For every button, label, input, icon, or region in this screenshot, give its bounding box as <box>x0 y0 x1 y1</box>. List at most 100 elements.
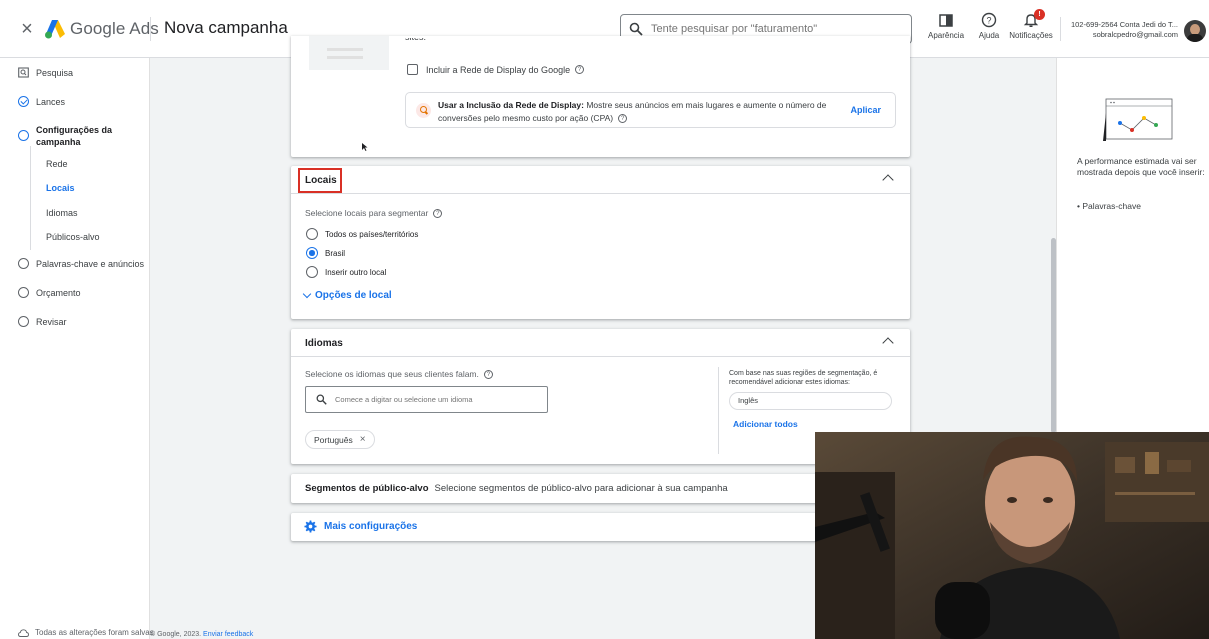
sidebar-item-lances[interactable]: Lances <box>18 96 65 107</box>
include-display-row[interactable]: Incluir a Rede de Display do Google ? <box>407 64 585 75</box>
remove-chip-icon[interactable]: × <box>360 434 366 445</box>
help-icon[interactable]: ? <box>618 114 628 124</box>
more-settings-row[interactable]: Mais configurações <box>304 520 417 533</box>
segmentos-title: Segmentos de público-alvo <box>305 483 429 494</box>
chevron-up-icon[interactable] <box>882 337 894 349</box>
help-button[interactable]: ? Ajuda <box>975 12 1003 40</box>
sidebar-subitem-rede[interactable]: Rede <box>46 159 68 169</box>
avatar[interactable] <box>1184 20 1206 42</box>
account-divider <box>1060 17 1061 41</box>
help-icon[interactable]: ? <box>433 209 443 219</box>
radio-button[interactable] <box>306 228 318 240</box>
idiomas-header[interactable]: Idiomas <box>291 329 910 357</box>
sidebar-item-palavras[interactable]: Palavras-chave e anúncios <box>18 258 144 269</box>
notifications-button[interactable]: ! Notificações <box>1008 9 1054 40</box>
add-all-languages-button[interactable]: Adicionar todos <box>733 419 798 429</box>
lightbulb-search-icon <box>416 103 431 118</box>
recommended-language-chip[interactable]: Inglês <box>729 392 892 410</box>
display-recommendation: Usar a Inclusão da Rede de Display: Most… <box>405 92 896 128</box>
account-id: 102-699-2564 Conta Jedi do T... <box>1070 20 1178 29</box>
more-settings-label: Mais configurações <box>324 521 418 532</box>
vertical-divider <box>718 367 719 454</box>
performance-message: A performance estimada vai ser mostrada … <box>1077 156 1205 177</box>
svg-text:?: ? <box>986 16 991 26</box>
help-icon[interactable]: ? <box>575 65 585 74</box>
language-chip-portugues: Português × <box>305 430 375 449</box>
include-display-label: Incluir a Rede de Display do Google <box>426 64 571 75</box>
idiomas-subtitle-text: Selecione os idiomas que seus clientes f… <box>305 369 479 379</box>
google-ads-logo-icon <box>45 20 65 39</box>
close-icon[interactable]: × <box>17 19 37 39</box>
empty-circle-icon <box>18 316 29 327</box>
sidebar-item-label: Revisar <box>36 316 67 327</box>
title-divider <box>150 17 151 41</box>
locais-header[interactable]: Locais <box>291 166 910 194</box>
chip-label: Português <box>314 434 353 445</box>
locais-card: Locais Selecione locais para segmentar? … <box>291 166 910 319</box>
help-label: Ajuda <box>978 31 1000 40</box>
display-network-card: sites. Incluir a Rede de Display do Goog… <box>291 36 910 157</box>
sidebar-item-revisar[interactable]: Revisar <box>18 316 67 327</box>
recommendation-title: Usar a Inclusão da Rede de Display: <box>438 100 584 110</box>
location-options-label: Opções de local <box>315 290 392 301</box>
progress-circle-icon <box>18 130 29 141</box>
apply-button[interactable]: Aplicar <box>850 105 881 115</box>
check-circle-icon <box>18 96 29 107</box>
search-input[interactable] <box>651 23 891 35</box>
appearance-icon <box>939 14 953 27</box>
sidebar-item-pesquisa[interactable]: Pesquisa <box>18 67 73 78</box>
account-email: sobralcpedro@gmail.com <box>1092 30 1178 39</box>
empty-circle-icon <box>18 287 29 298</box>
locais-subtitle: Selecione locais para segmentar? <box>305 208 443 219</box>
option-label: Inserir outro local <box>325 267 387 277</box>
locais-subtitle-text: Selecione locais para segmentar <box>305 208 429 218</box>
sidebar-item-orcamento[interactable]: Orçamento <box>18 287 81 298</box>
empty-circle-icon <box>18 258 29 269</box>
brand-name: Google Ads <box>70 19 159 38</box>
avatar-body <box>1187 34 1203 42</box>
language-search-box[interactable] <box>305 386 548 413</box>
sidebar: Pesquisa Lances Configurações da campanh… <box>0 58 154 639</box>
appearance-button[interactable]: Aparência <box>928 12 964 40</box>
footer: © Google, 2023. Enviar feedback <box>150 631 253 638</box>
mouse-cursor-icon <box>362 143 368 151</box>
location-option-all[interactable]: Todos os países/territórios <box>306 228 418 240</box>
appearance-label: Aparência <box>928 31 965 40</box>
account-switcher[interactable]: 102-699-2564 Conta Jedi do T... sobralcp… <box>1064 20 1178 40</box>
radio-button-selected[interactable] <box>306 247 318 259</box>
segmentos-row: Segmentos de público-alvo Selecione segme… <box>305 483 728 494</box>
recommendation-text: Usar a Inclusão da Rede de Display: Most… <box>438 99 828 125</box>
webcam-overlay <box>815 432 1209 639</box>
performance-requirement: • Palavras-chave <box>1077 201 1141 211</box>
sidebar-item-label: Pesquisa <box>36 67 74 78</box>
help-icon[interactable]: ? <box>483 370 493 380</box>
sidebar-item-label: Lances <box>36 96 66 107</box>
notification-badge: ! <box>1034 9 1045 20</box>
save-status-text: Todas as alterações foram salvas <box>35 628 154 637</box>
network-thumbnail <box>309 36 389 70</box>
segmentos-desc: Selecione segmentos de público-alvo para… <box>434 483 728 494</box>
radio-button[interactable] <box>306 266 318 278</box>
location-option-other[interactable]: Inserir outro local <box>306 266 386 278</box>
highlight-box <box>298 168 342 193</box>
feedback-link[interactable]: Enviar feedback <box>203 631 253 638</box>
sidebar-subitem-idiomas[interactable]: Idiomas <box>46 208 78 218</box>
location-options-toggle[interactable]: Opções de local <box>302 289 392 301</box>
sidebar-item-config[interactable]: Configurações da campanha <box>18 124 126 148</box>
option-label: Todos os países/territórios <box>325 229 419 239</box>
sidebar-subitem-locais[interactable]: Locais <box>46 183 75 193</box>
language-recommendation-text: Com base nas suas regiões de segmentação… <box>729 370 878 386</box>
include-display-checkbox[interactable] <box>407 64 418 75</box>
option-label: Brasil <box>325 248 346 258</box>
search-icon <box>629 22 643 36</box>
language-search-input[interactable] <box>335 395 535 404</box>
sidebar-subitem-publicos[interactable]: Públicos-alvo <box>46 232 100 242</box>
location-option-brasil[interactable]: Brasil <box>306 247 345 259</box>
subnav-line <box>30 146 31 250</box>
performance-chart-illustration <box>1103 98 1173 141</box>
idiomas-title: Idiomas <box>305 338 343 349</box>
page-title: Nova campanha <box>164 18 288 37</box>
chevron-up-icon[interactable] <box>882 174 894 186</box>
idiomas-subtitle: Selecione os idiomas que seus clientes f… <box>305 369 493 380</box>
clipped-text: sites. <box>405 38 445 46</box>
